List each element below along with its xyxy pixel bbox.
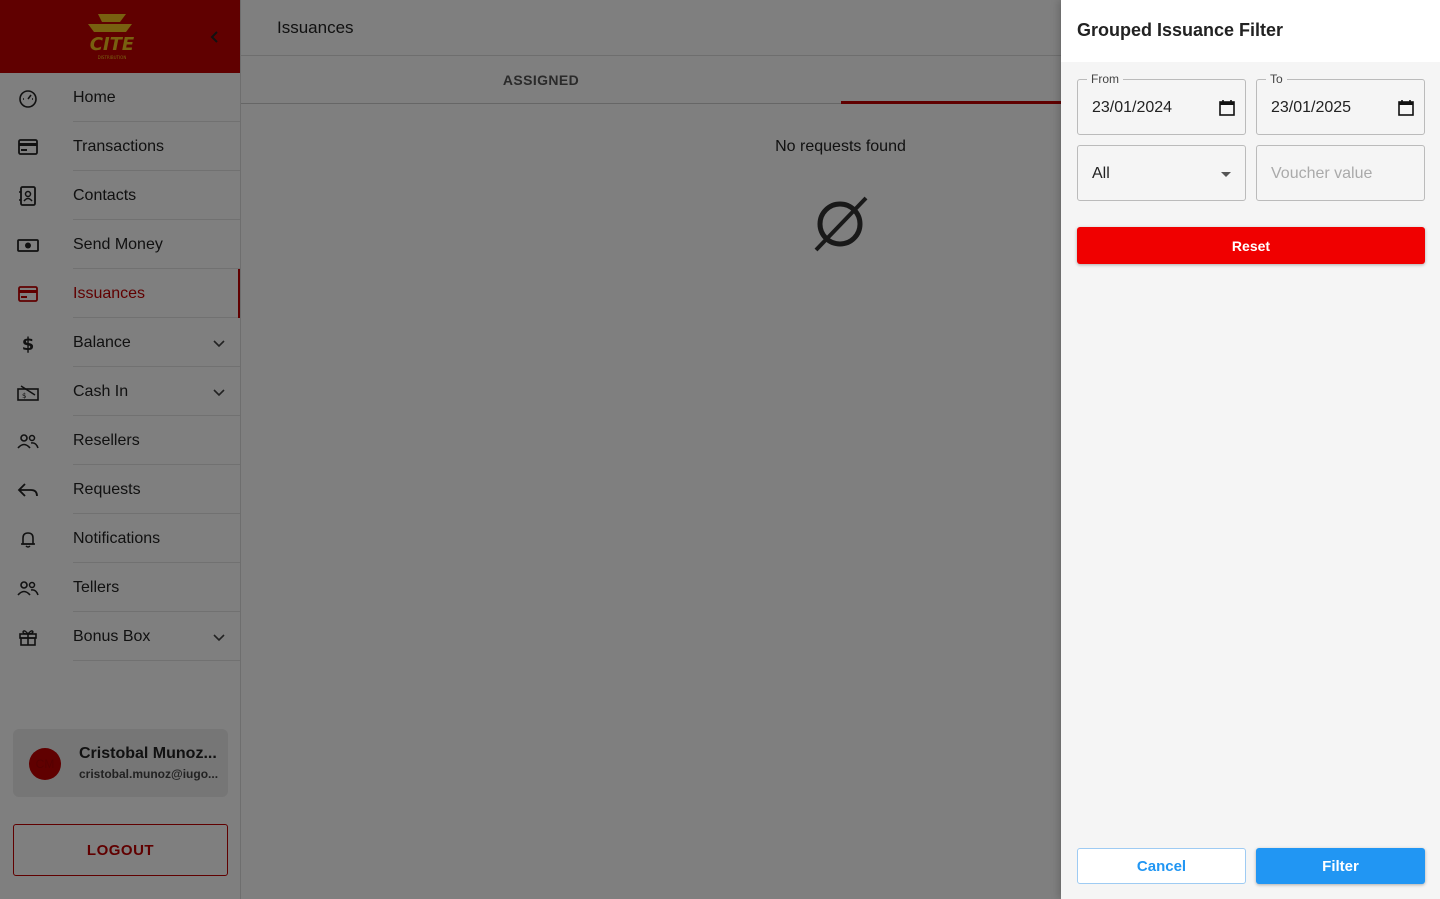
to-date-field[interactable]: To 23/01/2025 [1256, 72, 1425, 135]
from-date-field[interactable]: From 23/01/2024 [1077, 72, 1246, 135]
to-label: To [1266, 72, 1287, 86]
drawer-title: Grouped Issuance Filter [1077, 20, 1284, 40]
filter-button[interactable]: Filter [1256, 848, 1425, 884]
voucher-placeholder: Voucher value [1271, 165, 1373, 182]
filter-drawer: Grouped Issuance Filter From 23/01/2024 … [1061, 0, 1440, 899]
cancel-button[interactable]: Cancel [1077, 848, 1246, 884]
drawer-header: Grouped Issuance Filter [1061, 0, 1440, 62]
type-select-value: All [1092, 165, 1110, 182]
calendar-icon[interactable] [1219, 100, 1235, 116]
from-label: From [1087, 72, 1123, 86]
type-select[interactable]: All [1077, 145, 1246, 201]
from-date-value: 23/01/2024 [1092, 99, 1173, 116]
dropdown-caret-icon [1221, 172, 1231, 177]
modal-backdrop[interactable] [0, 0, 1061, 899]
calendar-icon[interactable] [1398, 100, 1414, 116]
voucher-value-input[interactable]: Voucher value [1256, 145, 1425, 201]
reset-button[interactable]: Reset [1077, 227, 1425, 264]
to-date-value: 23/01/2025 [1271, 99, 1352, 116]
